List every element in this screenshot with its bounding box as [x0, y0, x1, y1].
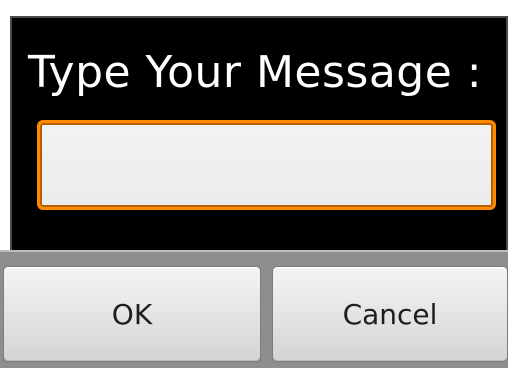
- ok-button[interactable]: OK: [3, 266, 261, 362]
- cancel-button[interactable]: Cancel: [272, 266, 508, 362]
- dialog-title: Type Your Message :: [28, 47, 483, 98]
- message-input[interactable]: [37, 120, 496, 210]
- cancel-button-label: Cancel: [342, 297, 438, 331]
- ok-button-label: OK: [111, 297, 153, 331]
- screen-edge: [508, 16, 518, 368]
